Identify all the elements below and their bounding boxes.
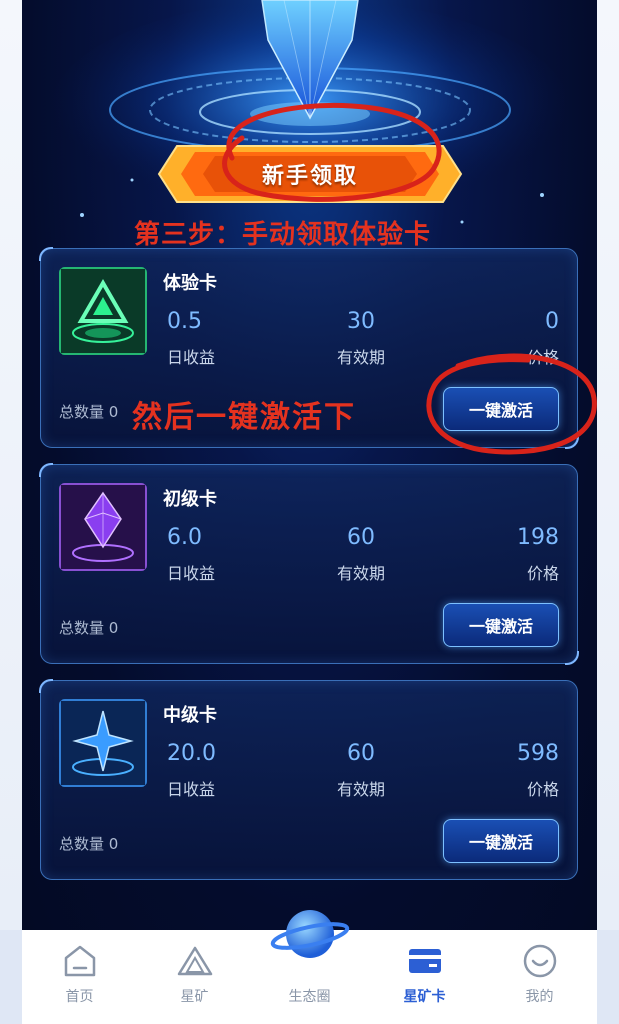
activate-button[interactable]: 一键激活 bbox=[443, 603, 559, 647]
right-edge bbox=[597, 0, 619, 930]
card-icon bbox=[408, 949, 441, 973]
validity: 60 有效期 bbox=[336, 741, 385, 799]
tab-label: 我的 bbox=[525, 989, 554, 1005]
experience-card-image bbox=[59, 267, 147, 355]
card-name: 初级卡 bbox=[163, 489, 217, 510]
hero-crystal-graphic bbox=[22, 0, 597, 250]
daily-income: 0.5 日收益 bbox=[167, 309, 216, 367]
tab-profile[interactable]: 我的 bbox=[482, 930, 597, 1024]
price: 598 价格 bbox=[517, 741, 559, 799]
tab-label: 生态圈 bbox=[288, 989, 331, 1005]
activate-button[interactable]: 一键激活 bbox=[443, 387, 559, 431]
primary-card: 初级卡 6.0 日收益 60 有效期 198 价格 总数量 0 一键激活 bbox=[39, 463, 579, 665]
card-mall-page: 新手领取 第三步：手动领取体验卡 体验卡 0.5 日收益 30 有效期 0 价格… bbox=[22, 0, 597, 930]
card-name: 中级卡 bbox=[163, 705, 217, 726]
tab-label: 星矿卡 bbox=[403, 989, 446, 1005]
validity: 60 有效期 bbox=[336, 525, 385, 583]
intermediate-card-image bbox=[59, 699, 147, 787]
tab-label: 首页 bbox=[65, 989, 94, 1005]
total-quantity: 总数量 0 bbox=[59, 835, 119, 853]
triangle-mine-icon bbox=[177, 946, 212, 976]
newbie-claim-button[interactable]: 新手领取 bbox=[155, 140, 465, 208]
tab-home[interactable]: 首页 bbox=[22, 930, 137, 1024]
tab-star-mine-card[interactable]: 星矿卡 bbox=[367, 930, 482, 1024]
total-quantity: 总数量 0 bbox=[59, 403, 119, 421]
price: 0 价格 bbox=[526, 309, 559, 367]
total-quantity: 总数量 0 bbox=[59, 619, 119, 637]
activate-note: 然后一键激活下 bbox=[132, 400, 356, 435]
price: 198 价格 bbox=[517, 525, 559, 583]
planet-icon bbox=[270, 910, 349, 958]
tab-label: 星矿 bbox=[180, 989, 209, 1005]
activate-button[interactable]: 一键激活 bbox=[443, 819, 559, 863]
primary-card-image bbox=[59, 483, 147, 571]
daily-income: 20.0 日收益 bbox=[167, 741, 216, 799]
smile-icon bbox=[523, 944, 556, 978]
claim-label: 新手领取 bbox=[261, 164, 358, 189]
daily-income: 6.0 日收益 bbox=[167, 525, 216, 583]
bottom-tab-bar: 首页 星矿 生态圈 星矿卡 我的 bbox=[22, 910, 597, 1024]
validity: 30 有效期 bbox=[336, 309, 385, 367]
intermediate-card: 中级卡 20.0 日收益 60 有效期 598 价格 总数量 0 一键激活 bbox=[39, 679, 578, 880]
tab-ecosystem[interactable]: 生态圈 bbox=[252, 910, 367, 1024]
step-three-note: 第三步：手动领取体验卡 bbox=[134, 220, 432, 250]
card-name: 体验卡 bbox=[163, 273, 217, 294]
left-edge bbox=[0, 0, 22, 930]
tab-mine[interactable]: 星矿 bbox=[137, 930, 252, 1024]
home-icon bbox=[64, 945, 95, 977]
